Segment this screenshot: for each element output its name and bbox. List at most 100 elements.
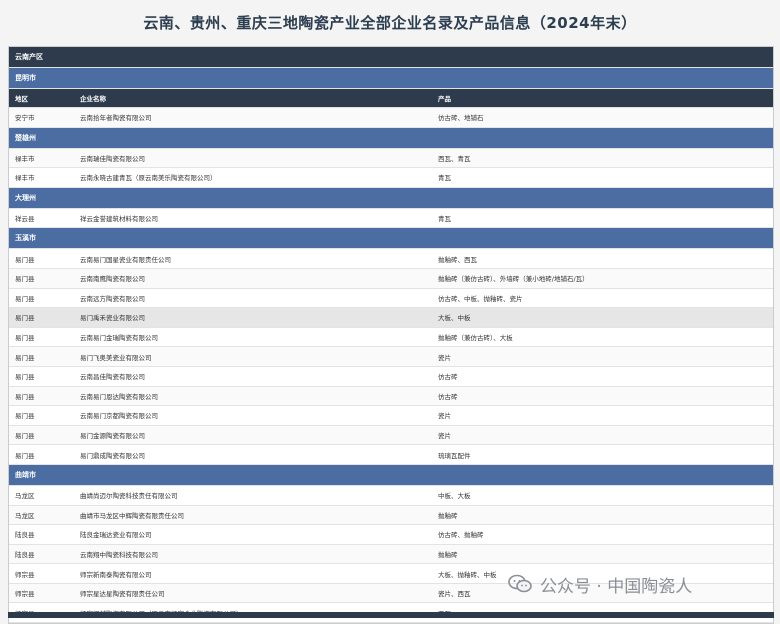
area-cell: 师宗县 (9, 563, 74, 584)
page-title: 云南、贵州、重庆三地陶瓷产业全部企业名录及产品信息（2024年末） (143, 14, 637, 32)
product-cell: 中板、大板 (432, 485, 773, 506)
table-row: 易门县 云南易门恩达陶瓷有限公司 仿古砖 (9, 386, 773, 407)
area-cell: 安宁市 (9, 107, 74, 128)
company-cell: 易门金源陶瓷有限公司 (74, 425, 432, 446)
product-cell: 瓷片 (432, 346, 773, 367)
area-cell: 易门县 (9, 366, 74, 387)
company-cell: 师宗星达星陶瓷有限责任公司 (74, 583, 432, 604)
watermark: 公众号 · 中国陶瓷人 (508, 572, 693, 597)
table-row: 禄丰市 云南永晓古建青瓦（原云南美乐陶瓷有限公司） 青瓦 (9, 167, 773, 188)
product-cell: 抛釉砖 (432, 544, 773, 565)
company-cell: 易门飞奥美瓷业有限公司 (74, 346, 432, 367)
area-cell: 易门县 (9, 425, 74, 446)
table-row: 易门县 易门飞奥美瓷业有限公司 瓷片 (9, 346, 773, 367)
company-table: 云南产区 昆明市 地区 企业名称 产品 安宁市 云南拾年者陶瓷有限公司 仿古砖、地铺石 楚雄州… (9, 47, 773, 624)
product-cell: 琉璃瓦配件 (432, 444, 773, 465)
city-name: 昆明市 (9, 67, 773, 89)
table-row: 禄丰市 云南瑞佳陶瓷有限公司 西瓦、青瓦 (9, 148, 773, 169)
area-cell: 陆良县 (9, 524, 74, 545)
product-cell: 抛釉砖（兼仿古砖）、外墙砖（兼小地砖/地铺石/瓦） (432, 268, 773, 289)
table-row: 易门县 云南远方陶瓷有限公司 仿古砖、中板、抛釉砖、瓷片 (9, 288, 773, 309)
company-cell: 曲靖尚迈尔陶瓷科技责任有限公司 (74, 485, 432, 506)
table-row: 马龙区 曲靖尚迈尔陶瓷科技责任有限公司 中板、大板 (9, 485, 773, 506)
company-cell: 云南昌佳陶瓷有限公司 (74, 366, 432, 387)
area-cell: 陆良县 (9, 544, 74, 565)
product-cell: 抛釉砖、西瓦 (432, 248, 773, 269)
city-header-row: 昆明市 (9, 67, 773, 89)
company-cell: 云南永晓古建青瓦（原云南美乐陶瓷有限公司） (74, 167, 432, 188)
company-cell: 祥云金誉建筑材料有限公司 (74, 208, 432, 229)
product-cell: 瓷片 (432, 425, 773, 446)
product-cell: 仿古砖 (432, 386, 773, 407)
company-cell: 陆良金瑞达瓷业有限公司 (74, 524, 432, 545)
product-cell: 仿古砖 (432, 366, 773, 387)
city-header-row: 曲靖市 (9, 464, 773, 486)
company-cell: 曲靖市马龙区中辉陶瓷有限责任公司 (74, 505, 432, 526)
company-cell: 云南易门恩达陶瓷有限公司 (74, 386, 432, 407)
company-table-container: 云南产区 昆明市 地区 企业名称 产品 安宁市 云南拾年者陶瓷有限公司 仿古砖、地铺石 楚雄州… (8, 46, 774, 624)
region-header-row: 云南产区 (9, 47, 773, 68)
area-cell: 禄丰市 (9, 148, 74, 169)
table-row: 陆良县 陆良金瑞达瓷业有限公司 仿古砖、抛釉砖 (9, 524, 773, 545)
table-row: 易门县 云南易门国星瓷业有限责任公司 抛釉砖、西瓦 (9, 248, 773, 269)
wechat-icon (508, 574, 532, 593)
table-row: 易门县 云南易门金瑞陶瓷有限公司 抛釉砖（兼仿古砖）、大板 (9, 327, 773, 348)
watermark-text: 公众号 · 中国陶瓷人 (540, 576, 693, 597)
bottom-bar (8, 612, 774, 618)
company-cell: 云南南鹰陶瓷有限公司 (74, 268, 432, 289)
area-cell: 易门县 (9, 386, 74, 407)
city-header-row: 玉溪市 (9, 227, 773, 250)
table-row: 安宁市 云南拾年者陶瓷有限公司 仿古砖、地铺石 (9, 107, 773, 128)
column-header-product: 产品 (432, 88, 773, 108)
company-cell: 云南易门金瑞陶瓷有限公司 (74, 327, 432, 348)
table-row: 易门县 易门鼎成陶瓷有限公司 琉璃瓦配件 (9, 444, 773, 465)
table-row: 马龙区 曲靖市马龙区中辉陶瓷有限责任公司 抛釉砖 (9, 505, 773, 526)
company-cell: 云南翔中陶瓷科技有限公司 (74, 544, 432, 565)
city-header-row: 楚雄州 (9, 127, 773, 149)
city-header-row: 大理州 (9, 187, 773, 209)
region-name: 云南产区 (9, 47, 773, 68)
product-cell: 抛釉砖 (432, 505, 773, 526)
product-cell: 仿古砖、中板、抛釉砖、瓷片 (432, 288, 773, 309)
product-cell: 仿古砖、抛釉砖 (432, 524, 773, 545)
company-cell: 云南易门国星瓷业有限责任公司 (74, 248, 432, 269)
table-row: 易门县 云南易门京都陶瓷有限公司 瓷片 (9, 405, 773, 426)
area-cell: 易门县 (9, 327, 74, 348)
product-cell: 抛釉砖（兼仿古砖）、大板 (432, 327, 773, 348)
product-cell: 瓷片 (432, 405, 773, 426)
city-name: 楚雄州 (9, 127, 773, 149)
area-cell: 易门县 (9, 444, 74, 465)
table-row: 易门县 易门金源陶瓷有限公司 瓷片 (9, 425, 773, 446)
city-name: 曲靖市 (9, 464, 773, 486)
area-cell: 易门县 (9, 346, 74, 367)
area-cell: 祥云县 (9, 208, 74, 229)
product-cell: 青瓦 (432, 208, 773, 229)
area-cell: 易门县 (9, 288, 74, 309)
city-name: 玉溪市 (9, 227, 773, 250)
area-cell: 师宗县 (9, 583, 74, 604)
column-header-company: 企业名称 (74, 88, 432, 108)
area-cell: 易门县 (9, 405, 74, 426)
area-cell: 易门县 (9, 307, 74, 328)
city-name: 大理州 (9, 187, 773, 209)
company-cell: 云南远方陶瓷有限公司 (74, 288, 432, 309)
company-cell: 云南拾年者陶瓷有限公司 (74, 107, 432, 128)
product-cell: 青瓦 (432, 167, 773, 188)
area-cell: 禄丰市 (9, 167, 74, 188)
column-header-area: 地区 (9, 88, 74, 108)
table-row: 陆良县 云南翔中陶瓷科技有限公司 抛釉砖 (9, 544, 773, 565)
area-cell: 易门县 (9, 268, 74, 289)
product-cell: 仿古砖、地铺石 (432, 107, 773, 128)
company-cell: 云南易门京都陶瓷有限公司 (74, 405, 432, 426)
table-row: 易门县 易门禹禾瓷业有限公司 大板、中板 (9, 307, 773, 328)
column-header-row: 地区 企业名称 产品 (9, 88, 773, 108)
product-cell: 西瓦、青瓦 (432, 148, 773, 169)
company-cell: 师宗新南泰陶瓷有限公司 (74, 563, 432, 584)
table-row: 祥云县 祥云金誉建筑材料有限公司 青瓦 (9, 208, 773, 229)
company-cell: 易门鼎成陶瓷有限公司 (74, 444, 432, 465)
table-row: 易门县 云南昌佳陶瓷有限公司 仿古砖 (9, 366, 773, 387)
company-cell: 易门禹禾瓷业有限公司 (74, 307, 432, 328)
area-cell: 马龙区 (9, 505, 74, 526)
company-cell: 云南瑞佳陶瓷有限公司 (74, 148, 432, 169)
area-cell: 易门县 (9, 248, 74, 269)
